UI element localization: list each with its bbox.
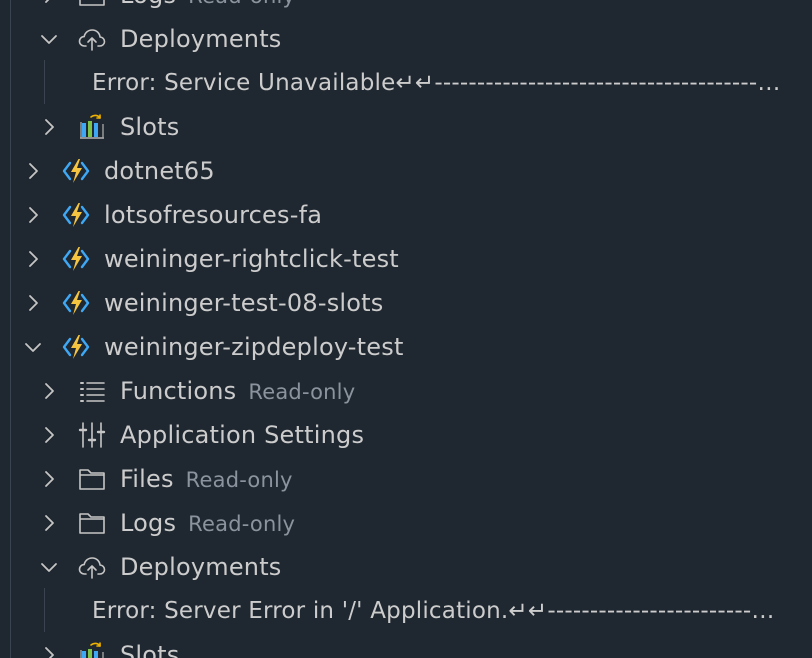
- tree-item-deployment-error[interactable]: Error: Service Unavailable↵↵------------…: [0, 61, 812, 105]
- function-app-icon: [60, 243, 92, 275]
- function-app-icon: [60, 199, 92, 231]
- chevron-right-icon[interactable]: [38, 644, 60, 658]
- tree-item-logs[interactable]: LogsRead-only: [0, 0, 812, 17]
- tree-item-deployments[interactable]: Deployments: [0, 545, 812, 589]
- list-icon: [76, 375, 108, 407]
- chevron-right-icon[interactable]: [38, 116, 60, 138]
- tree-item-label: LogsRead-only: [120, 0, 295, 9]
- tree-item-slots[interactable]: Slots: [0, 633, 812, 658]
- slots-icon: [76, 639, 108, 658]
- tree-item-function-app[interactable]: weininger-zipdeploy-test: [0, 325, 812, 369]
- tree-item-label: Functions Read-only: [120, 377, 356, 405]
- cloud-upload-icon: [76, 551, 108, 583]
- tree-item-label: Slots: [120, 641, 180, 658]
- tree-item-label: weininger-rightclick-test: [104, 245, 399, 273]
- slots-icon: [76, 111, 108, 143]
- cloud-upload-icon: [76, 23, 108, 55]
- tree-item-function-app[interactable]: weininger-test-08-slots: [0, 281, 812, 325]
- tree-item-application-settings[interactable]: Application Settings: [0, 413, 812, 457]
- chevron-down-icon[interactable]: [38, 556, 60, 578]
- chevron-right-icon[interactable]: [22, 204, 44, 226]
- function-app-icon: [60, 287, 92, 319]
- tree-item-label: Slots: [120, 113, 180, 141]
- tree-item-logs[interactable]: LogsRead-only: [0, 501, 812, 545]
- tree-item-label: weininger-zipdeploy-test: [104, 333, 404, 361]
- chevron-right-icon[interactable]: [22, 160, 44, 182]
- function-app-icon: [60, 155, 92, 187]
- tree-item-files[interactable]: Files Read-only: [0, 457, 812, 501]
- deployment-error-message: Error: Server Error in '/' Application.↵…: [92, 598, 782, 624]
- tree-item-label: Files Read-only: [120, 465, 293, 493]
- tree-item-function-app[interactable]: lotsofresources-fa: [0, 193, 812, 237]
- chevron-right-icon[interactable]: [38, 468, 60, 490]
- chevron-right-icon[interactable]: [38, 0, 60, 6]
- tree-item-function-app[interactable]: weininger-rightclick-test: [0, 237, 812, 281]
- tree-item-description: Read-only: [188, 512, 296, 536]
- tree-item-label: Application Settings: [120, 421, 365, 449]
- tree-item-label: LogsRead-only: [120, 509, 296, 537]
- tree-item-functions[interactable]: Functions Read-only: [0, 369, 812, 413]
- tree-item-slots[interactable]: Slots: [0, 105, 812, 149]
- tree-item-deployments[interactable]: Deployments: [0, 17, 812, 61]
- tree-item-description: Read-only: [188, 0, 295, 8]
- tree-item-label: Deployments: [120, 553, 282, 581]
- tree-item-label: weininger-test-08-slots: [104, 289, 384, 317]
- tree-item-description: Read-only: [185, 468, 293, 492]
- chevron-right-icon[interactable]: [22, 292, 44, 314]
- settings-sliders-icon: [76, 419, 108, 451]
- chevron-down-icon[interactable]: [22, 336, 44, 358]
- folder-icon: [76, 463, 108, 495]
- folder-icon: [76, 0, 108, 11]
- resource-tree: LogsRead-only Deployments Error: Service…: [0, 0, 812, 658]
- tree-item-label: dotnet65: [104, 157, 215, 185]
- deployment-error-message: Error: Service Unavailable↵↵------------…: [92, 70, 782, 96]
- function-app-icon: [60, 331, 92, 363]
- tree-item-label: Deployments: [120, 25, 282, 53]
- chevron-right-icon[interactable]: [38, 512, 60, 534]
- chevron-right-icon[interactable]: [22, 248, 44, 270]
- tree-item-label: lotsofresources-fa: [104, 201, 323, 229]
- tree-item-description: Read-only: [248, 380, 356, 404]
- tree-item-deployment-error[interactable]: Error: Server Error in '/' Application.↵…: [0, 589, 812, 633]
- chevron-right-icon[interactable]: [38, 380, 60, 402]
- chevron-right-icon[interactable]: [38, 424, 60, 446]
- tree-item-function-app[interactable]: dotnet65: [0, 149, 812, 193]
- folder-icon: [76, 507, 108, 539]
- chevron-down-icon[interactable]: [38, 28, 60, 50]
